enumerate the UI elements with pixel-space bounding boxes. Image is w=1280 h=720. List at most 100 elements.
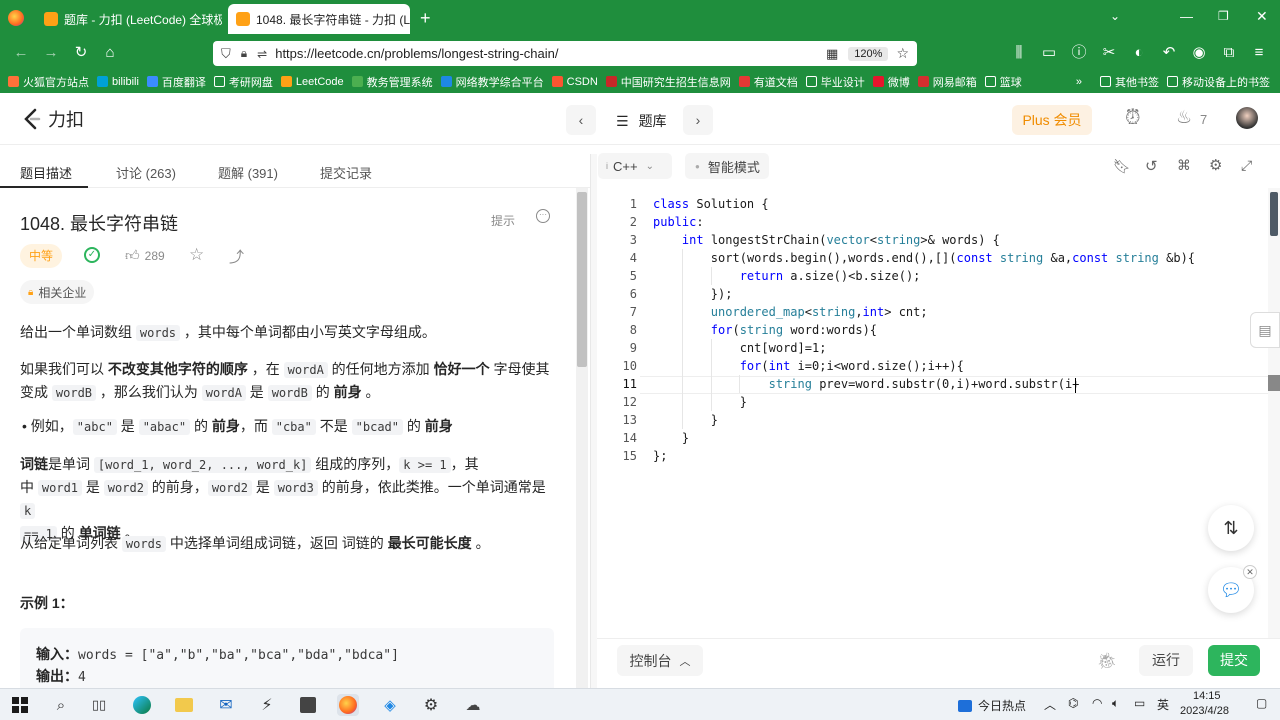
submit-button[interactable]: 提交 — [1208, 645, 1260, 676]
clock-date[interactable]: 2023/4/28 — [1180, 705, 1229, 717]
qr-icon[interactable]: ▦ — [826, 46, 838, 62]
settings-icon[interactable]: ⚙ — [420, 694, 442, 716]
tab-submissions[interactable]: 提交记录 — [320, 163, 372, 182]
streak-flame-icon[interactable]: ♨ — [1176, 107, 1192, 128]
code-line[interactable]: return a.size()<b.size(); — [653, 269, 921, 283]
minimap-thumb[interactable] — [1270, 192, 1278, 236]
browser-tab-1[interactable]: 题库 - 力扣 (LeetCode) 全球极 ✕ — [36, 4, 222, 34]
like-button[interactable]: 👍︎ 289 — [125, 247, 165, 264]
vpn-app-icon[interactable]: ◈ — [379, 694, 401, 716]
code-line[interactable]: } — [653, 413, 718, 427]
tab-solutions[interactable]: 题解 (391) — [218, 163, 278, 182]
minimize-button[interactable]: — — [1180, 9, 1193, 24]
library-icon[interactable]: ⫼ — [1010, 44, 1028, 62]
shield-icon[interactable]: ⛉ — [221, 46, 231, 62]
code-line[interactable]: for(string word:words){ — [653, 323, 877, 337]
back-icon[interactable]: ← — [12, 44, 30, 62]
bookmark-mobile[interactable]: 移动设备上的书签 — [1167, 74, 1270, 90]
new-tab-button[interactable]: + — [420, 8, 431, 29]
swap-layout-button[interactable]: ⇅ — [1208, 505, 1254, 551]
info-icon[interactable]: ⓘ — [1070, 44, 1088, 62]
network-icon[interactable]: ⌬ — [1068, 696, 1078, 710]
code-line[interactable]: sort(words.begin(),words.end(),[](const … — [653, 251, 1195, 265]
menu-icon[interactable]: ≡ — [1250, 44, 1268, 62]
console-toggle[interactable]: 控制台 ︿ — [617, 645, 703, 676]
bookmark-item[interactable]: 百度翻译 — [146, 74, 206, 90]
bookmark-item[interactable]: 篮球 — [984, 74, 1022, 90]
problem-list-button[interactable]: ☰ 题库 — [616, 111, 667, 131]
alarm-clock-icon[interactable]: ⏰︎ — [1125, 107, 1141, 130]
extension-icon[interactable]: ◐ — [1130, 44, 1148, 62]
code-line[interactable]: unordered_map<string,int> cnt; — [653, 305, 928, 319]
volume-icon[interactable]: 🔈︎ — [1112, 696, 1119, 711]
tray-chevron-icon[interactable]: ︿ — [1044, 696, 1056, 713]
close-assistant-icon[interactable]: ✕ — [1243, 565, 1257, 579]
smart-mode-toggle[interactable]: ● 智能模式 — [685, 153, 769, 179]
bookmark-item[interactable]: 网络教学综合平台 — [440, 74, 544, 90]
wifi-icon[interactable]: ◠ — [1092, 696, 1102, 710]
sidebar-icon[interactable]: ▭ — [1040, 44, 1058, 62]
edge-icon[interactable] — [131, 694, 153, 716]
restore-button[interactable]: ❐ — [1218, 9, 1229, 23]
forward-icon[interactable]: → — [42, 44, 60, 62]
note-panel-button[interactable]: ▤ — [1250, 312, 1280, 348]
code-line[interactable]: string prev=word.substr(0,i)+word.substr… — [653, 377, 1080, 391]
news-widget[interactable]: 今日热点 — [958, 697, 1026, 714]
leetcode-logo[interactable]: 力扣 — [22, 106, 84, 132]
search-icon[interactable]: ⌕ — [50, 694, 72, 716]
bookmark-star-icon[interactable]: ☆ — [896, 45, 909, 62]
bookmark-item[interactable]: 教务管理系统 — [351, 74, 433, 90]
file-explorer-icon[interactable] — [173, 694, 195, 716]
bookmark-other[interactable]: 其他书签 — [1100, 74, 1159, 90]
code-line[interactable]: for(int i=0;i<word.size();i++){ — [653, 359, 964, 373]
language-select[interactable]: i C++ ⌄ — [598, 153, 672, 179]
app-cloud-icon[interactable]: ☁ — [462, 694, 484, 716]
next-problem-button[interactable]: › — [683, 105, 713, 135]
code-line[interactable]: }; — [653, 449, 667, 463]
hint-link[interactable]: 提示 — [491, 212, 515, 229]
notification-icon[interactable]: ▢ — [1256, 696, 1267, 710]
account-icon[interactable]: ◉ — [1190, 44, 1208, 62]
bookmark-item[interactable]: 中国研究生招生信息网 — [605, 74, 731, 90]
bookmark-item[interactable]: CSDN — [551, 76, 598, 88]
code-line[interactable]: cnt[word]=1; — [653, 341, 827, 355]
reset-icon[interactable]: ↺ — [1145, 157, 1158, 175]
favorite-star-icon[interactable]: ☆ — [189, 245, 204, 265]
lock-icon[interactable]: 🔒︎ — [241, 46, 247, 61]
more-bookmarks-icon[interactable]: » — [1076, 76, 1082, 88]
code-line[interactable]: } — [653, 395, 747, 409]
windows-start-icon[interactable] — [9, 694, 31, 716]
url-bar[interactable]: ⛉ 🔒︎ ⇌ https://leetcode.cn/problems/long… — [213, 41, 917, 66]
tab-discussion[interactable]: 讨论 (263) — [116, 163, 176, 182]
avatar[interactable] — [1236, 107, 1258, 129]
code-line[interactable]: }); — [653, 287, 733, 301]
code-line[interactable]: class Solution { — [653, 197, 769, 211]
mail-icon[interactable]: ✉ — [215, 694, 237, 716]
bookmark-item[interactable]: LeetCode — [280, 76, 344, 88]
extensions-icon[interactable]: ⧉ — [1220, 44, 1238, 62]
bookmark-item[interactable]: 考研网盘 — [213, 74, 273, 90]
editor-minimap-scrollbar[interactable] — [1268, 188, 1280, 638]
tab-description[interactable]: 题目描述 — [20, 163, 72, 182]
browser-tab-2[interactable]: 1048. 最长字符串链 - 力扣 (Le ✕ — [228, 4, 410, 34]
prev-problem-button[interactable]: ‹ — [566, 105, 596, 135]
code-line[interactable]: int longestStrChain(vector<string>& word… — [653, 233, 1000, 247]
store-icon[interactable] — [297, 694, 319, 716]
bookmark-item[interactable]: 有道文档 — [738, 74, 798, 90]
plus-membership-button[interactable]: Plus 会员 — [1012, 105, 1092, 135]
shortcut-icon[interactable]: ⌘ — [1177, 157, 1191, 174]
url-text[interactable]: https://leetcode.cn/problems/longest-str… — [275, 46, 558, 61]
bookmark-item[interactable]: 微博 — [872, 74, 910, 90]
bookmark-item[interactable]: 网易邮箱 — [917, 74, 977, 90]
related-companies-tag[interactable]: 🔒︎ 相关企业 — [20, 280, 95, 304]
code-line[interactable]: } — [653, 431, 689, 445]
home-icon[interactable]: ⌂ — [101, 44, 119, 62]
bookmark-item[interactable]: 火狐官方站点 — [8, 74, 89, 90]
close-window-button[interactable]: ✕ — [1256, 8, 1268, 25]
left-editor-splitter[interactable] — [590, 154, 597, 688]
share-icon[interactable]: ⤴ — [229, 246, 244, 267]
code-line[interactable]: public: — [653, 215, 704, 229]
clock-time[interactable]: 14:15 — [1193, 690, 1221, 702]
app-lightning-icon[interactable]: ⚡︎ — [256, 694, 278, 716]
firefox-icon[interactable] — [8, 10, 24, 26]
